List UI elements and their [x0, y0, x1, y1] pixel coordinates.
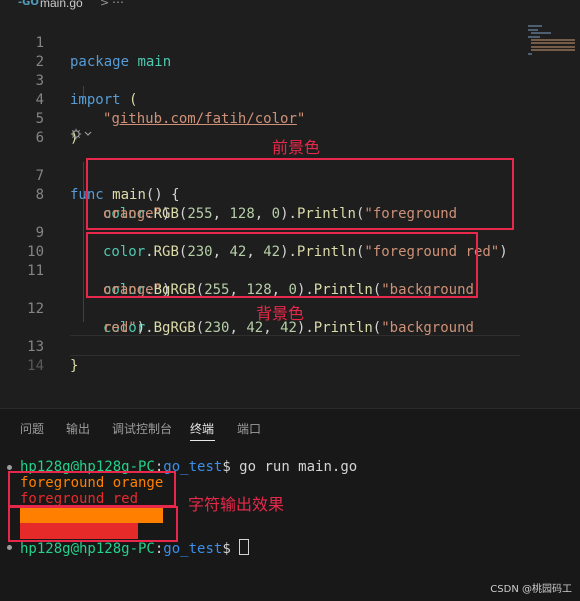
breadcrumb-separator: >	[100, 0, 110, 9]
annotation-box-background	[86, 232, 478, 298]
minimap[interactable]	[528, 24, 580, 60]
annotation-box-foreground	[86, 158, 514, 230]
panel-tabs: 问题 输出 调试控制台 终端 端口	[0, 409, 580, 445]
import-path-link[interactable]: github.com/fatih/color	[111, 111, 296, 127]
code-line: 3 import (	[0, 53, 138, 108]
code-punct: )	[136, 320, 146, 336]
line-number: 6	[35, 130, 44, 146]
go-file-icon: -GO	[18, 0, 39, 8]
line-number: 14	[27, 358, 44, 374]
editor-tab-strip: -GO main.go > ⋯	[0, 0, 580, 12]
tab-problems[interactable]: 问题	[20, 420, 44, 437]
code-punct: ,	[229, 320, 247, 336]
keyword: import	[70, 92, 121, 108]
terminal[interactable]: hp128g@hp128g-PC:go_test$ go run main.go…	[0, 445, 580, 601]
prompt-dollar: $	[222, 541, 240, 557]
prompt-dollar: $	[222, 459, 240, 475]
number: 230	[204, 320, 230, 336]
code-line: 6	[0, 110, 44, 146]
code-line: 12 color.BgRGB(230, 42, 42).Println("bac…	[0, 281, 474, 336]
package-name: main	[137, 54, 172, 70]
string-quote: "	[296, 111, 306, 127]
terminal-cursor	[239, 539, 250, 555]
code-line: 7 func main() {	[0, 148, 180, 203]
prompt-dir: go_test	[163, 541, 223, 557]
annotation-box-background-output	[8, 506, 178, 542]
code-line: 13 }	[0, 319, 78, 374]
method-name: Println	[313, 320, 373, 336]
code-line: 14	[0, 338, 44, 374]
annotation-label-output: 字符输出效果	[188, 495, 285, 514]
code-line-wrap: orange")	[0, 262, 170, 298]
keyword: package	[70, 54, 130, 70]
code-brace: }	[70, 358, 79, 374]
active-tab-indicator	[190, 440, 215, 441]
code-line: 2	[0, 34, 44, 70]
code-line-wrap: red")	[0, 300, 145, 336]
code-line: 1 package main	[0, 15, 172, 70]
code-punct: )	[499, 244, 508, 260]
code-line: 9 color.RGB(230, 42, 42).Println("foregr…	[0, 205, 508, 260]
current-line-highlight	[70, 335, 520, 356]
code-editor[interactable]: 1 package main 2 3 import ( 4 "github.co…	[0, 12, 580, 412]
code-line: 11 color.BgRGB(255, 128, 0).Println("bac…	[0, 243, 474, 298]
bottom-panel: 问题 输出 调试控制台 终端 端口 hp128g@hp128g-PC:go_te…	[0, 408, 580, 601]
tab-terminal[interactable]: 终端	[190, 420, 214, 437]
tab-output[interactable]: 输出	[66, 420, 90, 437]
file-tab-title[interactable]: main.go	[40, 0, 83, 10]
command-decoration-icon[interactable]	[7, 545, 12, 550]
paren: (	[129, 92, 138, 108]
tab-debug-console[interactable]: 调试控制台	[112, 420, 172, 437]
run-test-icon[interactable]	[70, 128, 92, 143]
tab-ports[interactable]: 端口	[237, 420, 261, 437]
watermark: CSDN @桃园码工	[490, 584, 572, 595]
code-punct: (	[195, 320, 205, 336]
annotation-box-foreground-output	[8, 471, 176, 507]
terminal-command: go run main.go	[239, 459, 358, 475]
code-line: 5 )	[0, 91, 79, 146]
command-decoration-icon[interactable]	[7, 465, 12, 470]
code-line: 10	[0, 224, 44, 260]
code-punct: .	[145, 320, 154, 336]
code-line-wrap: orange")	[0, 186, 170, 222]
annotation-label-background: 背景色	[256, 304, 305, 323]
breadcrumb-more-icon[interactable]: ⋯	[112, 0, 124, 9]
string-literal: red"	[103, 320, 137, 336]
code-line: 8 color.RGB(255, 128, 0).Println("foregr…	[0, 167, 458, 222]
method-name: BgRGB	[153, 320, 196, 336]
code-punct: (	[372, 320, 382, 336]
string-literal: "background	[381, 320, 474, 336]
code-line: 4 "github.com/fatih/color"	[0, 72, 306, 127]
prompt-user: hp128g@hp128g-PC	[20, 541, 155, 557]
annotation-label-foreground: 前景色	[272, 138, 321, 157]
